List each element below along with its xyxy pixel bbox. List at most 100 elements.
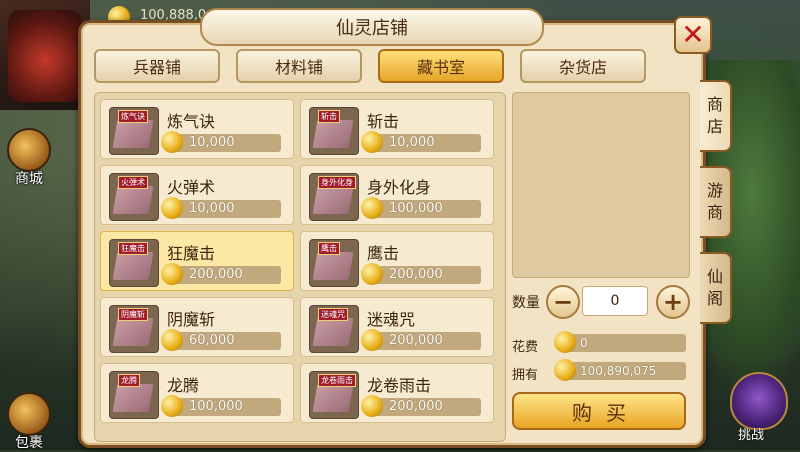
item-name: 狂魔击 bbox=[167, 244, 216, 263]
skill-book-icon: 斩击 bbox=[309, 107, 359, 155]
item-name: 火弹术 bbox=[167, 178, 216, 197]
tab-library[interactable]: 藏书室 bbox=[378, 49, 504, 83]
gold-coin-icon bbox=[161, 395, 183, 417]
gold-coin-icon bbox=[161, 329, 183, 351]
tab-general-store[interactable]: 杂货店 bbox=[520, 49, 646, 83]
gold-coin-icon bbox=[361, 131, 383, 153]
book-tag: 火弹术 bbox=[118, 176, 148, 189]
price-bar: 100,000 bbox=[361, 197, 481, 219]
book-tag: 迷魂咒 bbox=[318, 308, 348, 321]
item-card[interactable]: 龙腾 龙腾 100,000 bbox=[100, 363, 294, 423]
side-tab-label: 商店 bbox=[706, 95, 723, 136]
cost-label: 花费 bbox=[512, 340, 539, 355]
skill-book-icon: 龙卷雨击 bbox=[309, 371, 359, 419]
item-card[interactable]: 身外化身 身外化身 100,000 bbox=[300, 165, 494, 225]
book-tag: 狂魔击 bbox=[118, 242, 148, 255]
item-card[interactable]: 斩击 斩击 10,000 bbox=[300, 99, 494, 159]
item-card[interactable]: 鹰击 鹰击 200,000 bbox=[300, 231, 494, 291]
book-tag: 龙卷雨击 bbox=[318, 374, 356, 387]
owned-value: 100,890,075 bbox=[580, 364, 657, 378]
side-tab-label: 游商 bbox=[706, 181, 723, 222]
item-price: 10,000 bbox=[189, 135, 235, 150]
book-tag: 身外化身 bbox=[318, 176, 356, 189]
item-card[interactable]: 火弹术 火弹术 10,000 bbox=[100, 165, 294, 225]
item-price: 100,000 bbox=[189, 399, 243, 414]
quantity-input[interactable]: 0 bbox=[582, 286, 648, 316]
price-bar: 10,000 bbox=[361, 131, 481, 153]
skill-book-icon: 阴魔斩 bbox=[109, 305, 159, 353]
book-tag: 斩击 bbox=[318, 110, 340, 123]
decrease-quantity-button[interactable]: − bbox=[546, 285, 580, 319]
item-card-selected[interactable]: 狂魔击 狂魔击 200,000 bbox=[100, 231, 294, 291]
price-bar: 10,000 bbox=[161, 131, 281, 153]
gold-coin-icon bbox=[554, 359, 576, 381]
increase-quantity-button[interactable]: + bbox=[656, 285, 690, 319]
item-name: 炼气诀 bbox=[167, 112, 216, 131]
skill-book-icon: 龙腾 bbox=[109, 371, 159, 419]
owned-bar: 100,890,075 bbox=[554, 359, 686, 381]
book-tag: 炼气诀 bbox=[118, 110, 148, 123]
buy-button[interactable]: 购买 bbox=[512, 392, 686, 430]
item-name: 龙卷雨击 bbox=[367, 376, 432, 395]
challenge-label: 挑战 bbox=[738, 428, 765, 443]
gold-coin-icon bbox=[554, 331, 576, 353]
item-price: 10,000 bbox=[189, 201, 235, 216]
side-tab-label: 仙阁 bbox=[706, 267, 723, 308]
price-bar: 200,000 bbox=[361, 329, 481, 351]
challenge-shield-icon bbox=[730, 372, 788, 430]
tab-material-shop[interactable]: 材料铺 bbox=[236, 49, 362, 83]
item-price: 200,000 bbox=[189, 267, 243, 282]
item-name: 龙腾 bbox=[167, 376, 200, 395]
book-tag: 阴魔斩 bbox=[118, 308, 148, 321]
item-card[interactable]: 炼气诀 炼气诀 10,000 bbox=[100, 99, 294, 159]
skill-book-icon: 火弹术 bbox=[109, 173, 159, 221]
item-name: 身外化身 bbox=[367, 178, 432, 197]
tab-weapon-shop[interactable]: 兵器铺 bbox=[94, 49, 220, 83]
bag-label: 包裹 bbox=[15, 435, 43, 451]
price-bar: 10,000 bbox=[161, 197, 281, 219]
cost-bar: 0 bbox=[554, 331, 686, 353]
price-bar: 200,000 bbox=[161, 263, 281, 285]
gold-coin-icon bbox=[161, 131, 183, 153]
mall-icon bbox=[7, 128, 51, 172]
item-price: 100,000 bbox=[389, 201, 443, 216]
price-bar: 60,000 bbox=[161, 329, 281, 351]
shop-title: 仙灵店铺 bbox=[200, 8, 544, 46]
bag-icon bbox=[7, 392, 51, 436]
side-tab-shop[interactable]: 商店 bbox=[700, 80, 732, 152]
item-card[interactable]: 龙卷雨击 龙卷雨击 200,000 bbox=[300, 363, 494, 423]
gold-coin-icon bbox=[161, 197, 183, 219]
item-price: 60,000 bbox=[189, 333, 235, 348]
gold-coin-icon bbox=[361, 197, 383, 219]
close-icon: ✕ bbox=[681, 18, 705, 51]
gold-coin-icon bbox=[361, 329, 383, 351]
item-preview bbox=[512, 92, 690, 278]
price-bar: 200,000 bbox=[361, 395, 481, 417]
side-tab-traveling-merchant[interactable]: 游商 bbox=[700, 166, 732, 238]
player-avatar bbox=[8, 10, 82, 102]
skill-book-icon: 身外化身 bbox=[309, 173, 359, 221]
item-card[interactable]: 阴魔斩 阴魔斩 60,000 bbox=[100, 297, 294, 357]
item-price: 200,000 bbox=[389, 399, 443, 414]
item-price: 10,000 bbox=[389, 135, 435, 150]
price-bar: 200,000 bbox=[361, 263, 481, 285]
challenge-button[interactable]: 挑战 bbox=[728, 372, 790, 444]
bag-button[interactable]: 包裹 bbox=[6, 392, 52, 452]
skill-book-icon: 狂魔击 bbox=[109, 239, 159, 287]
item-name: 阴魔斩 bbox=[167, 310, 216, 329]
book-tag: 龙腾 bbox=[118, 374, 140, 387]
skill-book-icon: 炼气诀 bbox=[109, 107, 159, 155]
owned-label: 拥有 bbox=[512, 368, 539, 383]
item-name: 迷魂咒 bbox=[367, 310, 416, 329]
cost-value: 0 bbox=[580, 336, 588, 350]
price-bar: 100,000 bbox=[161, 395, 281, 417]
item-card[interactable]: 迷魂咒 迷魂咒 200,000 bbox=[300, 297, 494, 357]
side-tab-immortal-pavilion[interactable]: 仙阁 bbox=[700, 252, 732, 324]
skill-book-icon: 迷魂咒 bbox=[309, 305, 359, 353]
mall-button[interactable]: 商城 bbox=[6, 128, 52, 188]
gold-coin-icon bbox=[161, 263, 183, 285]
skill-book-icon: 鹰击 bbox=[309, 239, 359, 287]
quantity-label: 数量 bbox=[512, 295, 540, 311]
item-price: 200,000 bbox=[389, 333, 443, 348]
close-button[interactable]: ✕ bbox=[674, 16, 712, 54]
